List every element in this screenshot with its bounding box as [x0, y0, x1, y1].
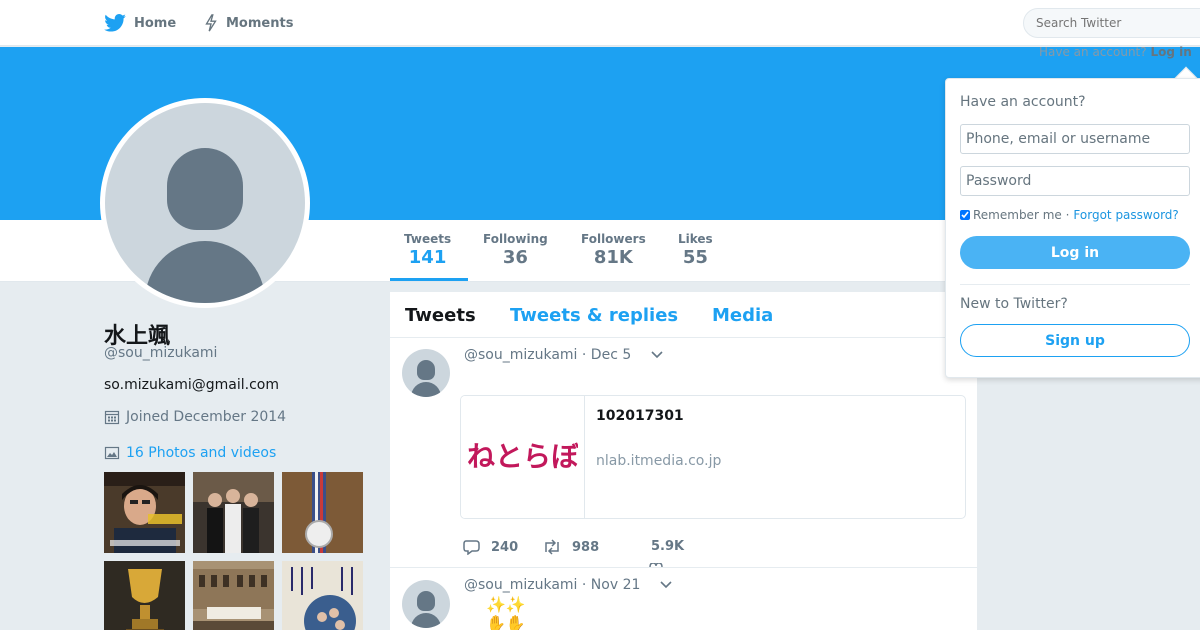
remember-label[interactable]: Remember me [973, 208, 1062, 222]
tab-tweets-replies[interactable]: Tweets & replies [510, 305, 678, 326]
nav-moments-label: Moments [226, 15, 294, 31]
like-action[interactable]: 5.9K [651, 539, 684, 554]
stat-value: 36 [502, 247, 528, 268]
remember-row: Remember me · Forgot password? [960, 208, 1179, 222]
photo-thumbnail[interactable] [104, 561, 185, 630]
active-stat-underline [390, 278, 468, 281]
tweet-text-line: ✋✋ [486, 614, 526, 630]
tweet-divider [390, 567, 977, 568]
profile-joined: Joined December 2014 [104, 409, 286, 425]
search-input[interactable] [1023, 8, 1200, 38]
login-link[interactable]: Log in [1150, 45, 1191, 59]
stat-value: 141 [408, 247, 447, 268]
signup-button[interactable]: Sign up [960, 324, 1190, 357]
profile-avatar[interactable] [100, 98, 310, 308]
default-avatar-icon [105, 103, 305, 303]
tweet-text-line: ✨✨ [486, 595, 526, 614]
stat-following[interactable]: Following 36 [483, 232, 548, 268]
tweet-date[interactable]: · Dec 5 [582, 347, 631, 363]
twitter-bird-icon [104, 14, 126, 32]
like-count: 5.9K [651, 539, 685, 554]
photo-thumbnail[interactable] [193, 472, 274, 553]
stat-likes[interactable]: Likes 55 [678, 232, 713, 268]
link-card[interactable]: ねとらぼ 102017301 nlab.itmedia.co.jp [460, 395, 966, 519]
photo-thumbnail[interactable] [282, 561, 363, 630]
reply-action[interactable]: 240 [463, 539, 518, 555]
stat-label: Tweets [404, 232, 452, 246]
photos-videos-link[interactable]: 16 Photos and videos [104, 445, 276, 461]
tweet-header: @sou_mizukami · Nov 21 [464, 577, 672, 593]
stat-label: Following [483, 232, 548, 246]
new-to-twitter-text: New to Twitter? [960, 296, 1068, 312]
photo-thumbnail[interactable] [104, 472, 185, 553]
stat-value: 55 [682, 247, 708, 268]
stat-label: Likes [678, 232, 713, 246]
login-divider [960, 284, 1190, 285]
reply-icon [463, 540, 480, 555]
photo-thumbnail[interactable] [193, 561, 274, 630]
login-title: Have an account? [960, 94, 1086, 110]
nav-home[interactable]: Home [104, 0, 176, 46]
tweet-avatar[interactable] [402, 580, 450, 628]
joined-text: Joined December 2014 [126, 409, 287, 425]
lightning-icon [205, 14, 217, 32]
tweet-header: @sou_mizukami · Dec 5 [464, 347, 663, 363]
retweet-action[interactable]: 988 [542, 539, 599, 555]
have-account-text: Have an account? [1039, 45, 1147, 59]
tab-media[interactable]: Media [712, 305, 773, 326]
nav-home-label: Home [134, 15, 177, 31]
have-account-prompt: Have an account? Log in [1039, 45, 1192, 59]
password-field[interactable] [960, 166, 1190, 196]
separator-dot: · [1065, 208, 1070, 222]
username-field[interactable] [960, 124, 1190, 154]
retweet-icon [545, 539, 559, 555]
card-title: 102017301 [596, 408, 684, 424]
login-button[interactable]: Log in [960, 236, 1190, 269]
nav-moments[interactable]: Moments [204, 0, 293, 46]
retweet-count: 988 [572, 539, 600, 555]
stat-tweets[interactable]: Tweets 141 [404, 232, 451, 268]
reply-count: 240 [491, 539, 519, 555]
stat-label: Followers [581, 232, 646, 246]
profile-handle[interactable]: @sou_mizukami [104, 345, 217, 361]
tweet-handle[interactable]: @sou_mizukami [464, 577, 577, 593]
photo-icon [104, 446, 120, 460]
chevron-down-icon[interactable] [660, 581, 672, 589]
forgot-password-link[interactable]: Forgot password? [1073, 208, 1178, 222]
remember-checkbox[interactable] [960, 210, 970, 220]
profile-bio: so.mizukami@gmail.com [104, 377, 280, 393]
tweet-handle[interactable]: @sou_mizukami [464, 347, 577, 363]
tweet-avatar[interactable] [402, 349, 450, 397]
top-nav [0, 0, 1200, 46]
calendar-icon [104, 410, 120, 425]
stat-followers[interactable]: Followers 81K [581, 232, 646, 268]
chevron-down-icon[interactable] [651, 351, 663, 359]
photos-link-label: 16 Photos and videos [126, 445, 277, 461]
timeline-tabs [390, 292, 977, 338]
tweet-date[interactable]: · Nov 21 [582, 577, 641, 593]
card-logo: ねとらぼ [461, 396, 585, 518]
photo-thumbnail[interactable] [282, 472, 363, 553]
stat-value: 81K [593, 247, 633, 268]
tab-tweets[interactable]: Tweets [405, 305, 476, 326]
card-logo-text: ねとらぼ [468, 440, 578, 473]
card-domain: nlab.itmedia.co.jp [596, 453, 722, 469]
